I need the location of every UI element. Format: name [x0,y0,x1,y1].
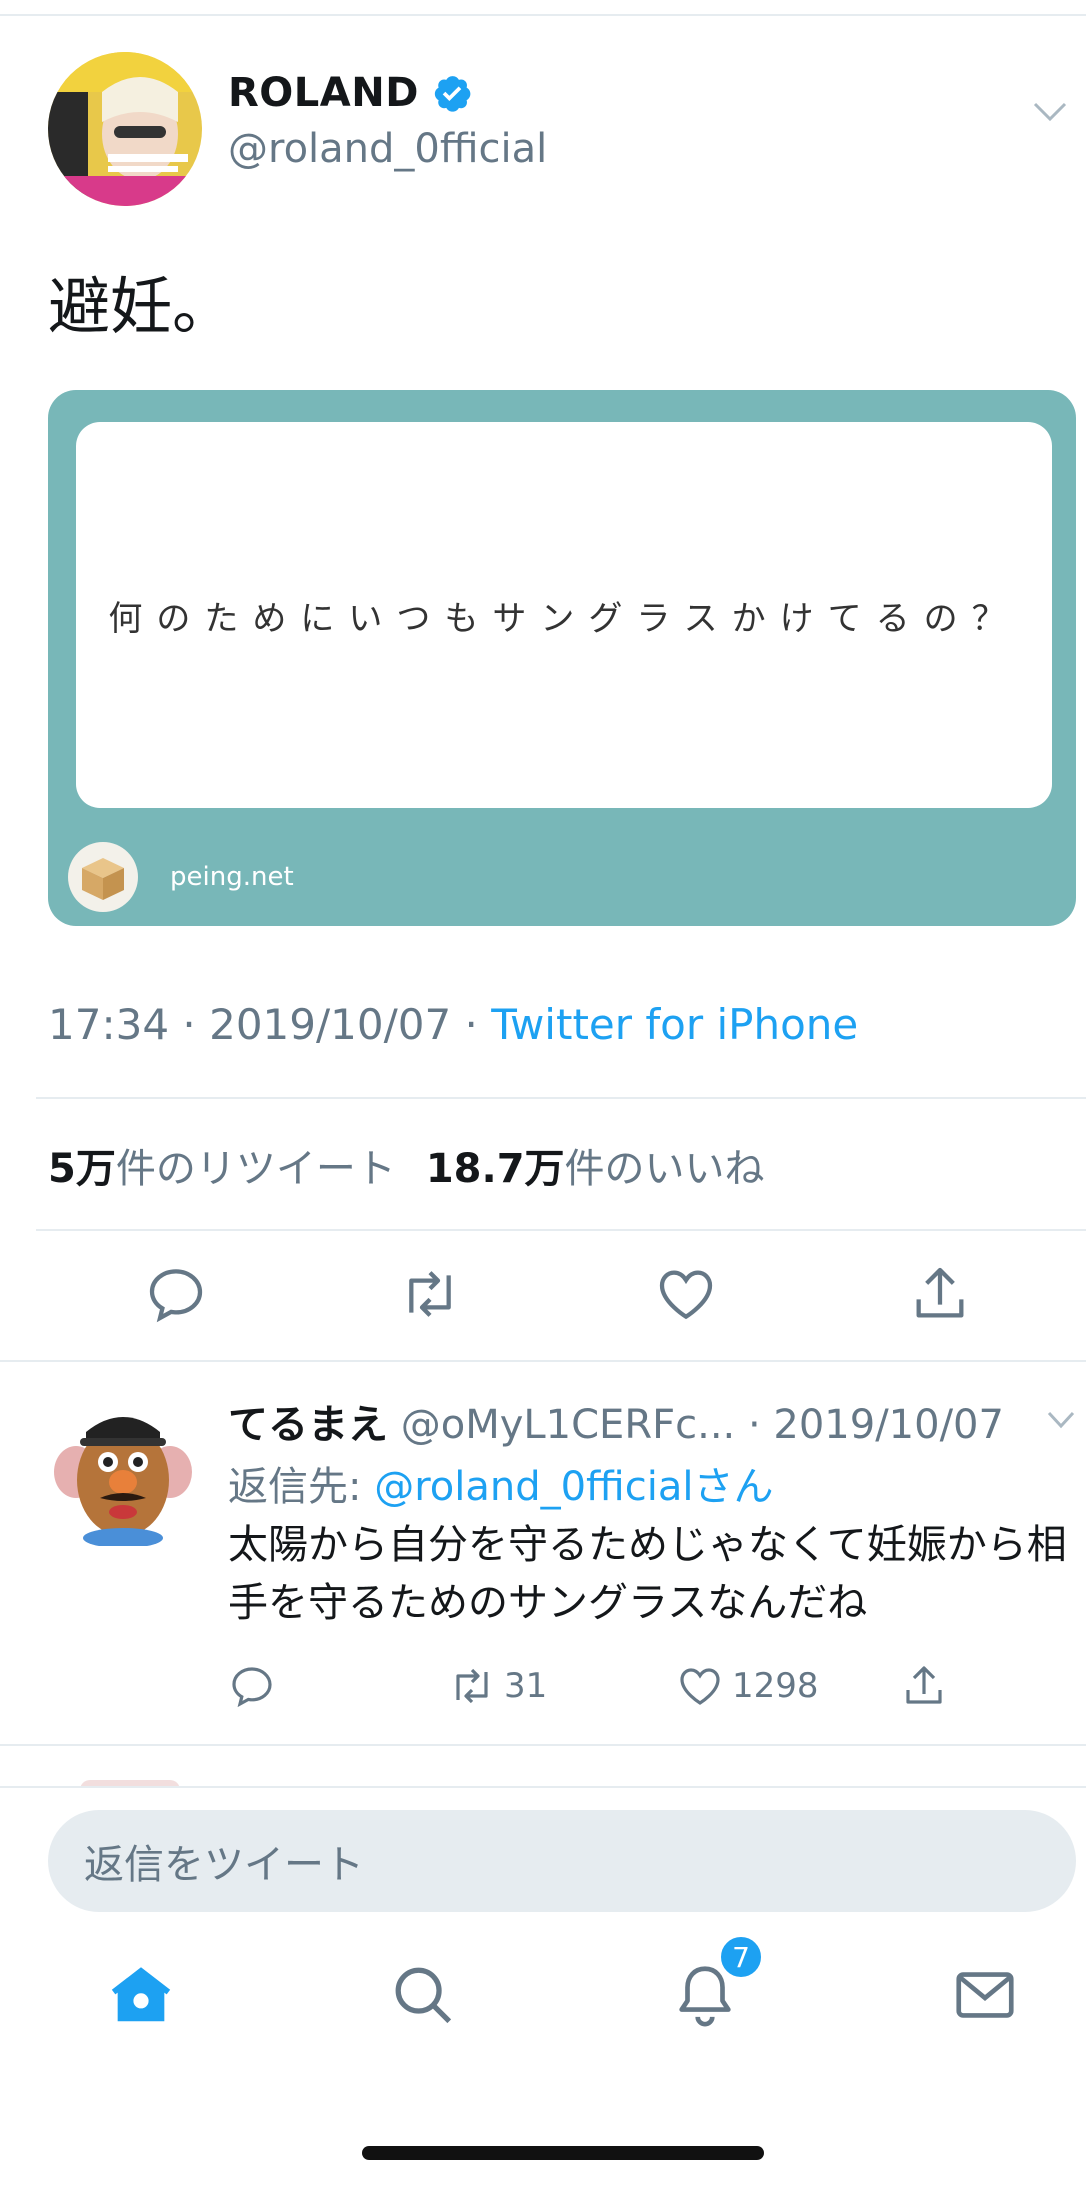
retweets-stat[interactable]: 5万件のリツイート [48,1146,396,1192]
divider [36,1097,1086,1099]
meta-separator: · [451,1000,492,1049]
reply-author-handle[interactable]: @oMyL1CERFc... [401,1402,736,1448]
reply-share-button[interactable] [900,1662,948,1710]
tab-bar: 7 [0,1934,1086,2060]
reply-button[interactable] [144,1262,208,1326]
reply-date: · 2019/10/07 [747,1402,1004,1448]
home-indicator [362,2146,764,2160]
top-divider [0,14,1086,16]
reply-retweet-button[interactable]: 31 [448,1662,547,1710]
reply-icon [149,1269,203,1323]
tweet-stats: 5万件のリツイート 18.7万件のいいね [48,1136,765,1194]
tweet-text: 避妊。 [48,270,235,343]
card-site: peing.net [170,862,294,892]
mail-icon [956,1972,1014,2018]
chevron-down-icon[interactable] [1046,1410,1076,1430]
search-icon [395,1967,452,2024]
retweet-button[interactable] [398,1262,462,1326]
reply-tweet[interactable]: てるまえ @oMyL1CERFc... · 2019/10/07 返信先: @r… [0,1362,1086,1742]
tweet-time: 17:34 [48,1000,170,1049]
tab-messages[interactable] [950,1960,1020,2030]
tab-search[interactable] [388,1960,458,2030]
divider [0,1744,1086,1746]
like-button[interactable] [654,1262,718,1326]
tweet-meta: 17:34 · 2019/10/07 · Twitter for iPhone [48,1000,858,1049]
reply-author-name[interactable]: てるまえ [228,1402,388,1448]
tweet-actions [0,1262,1086,1332]
chevron-down-icon[interactable] [1032,100,1068,124]
reply-like-button[interactable]: 1298 [676,1662,819,1710]
tab-home[interactable] [106,1960,176,2030]
likes-stat[interactable]: 18.7万件のいいね [426,1146,765,1192]
reply-like-count: 1298 [732,1666,819,1706]
card-question: 何のためにいつもサングラスかけてるの？ [108,598,1020,639]
likes-count: 18.7万 [425,1146,565,1192]
reply-reply-button[interactable] [228,1662,276,1710]
tweet-client[interactable]: Twitter for iPhone [491,1000,858,1049]
retweets-label: 件のリツイート [115,1146,396,1192]
divider [0,1786,1086,1788]
composer-placeholder: 返信をツイート [84,1842,364,1888]
tweet-date: 2019/10/07 [209,1000,452,1049]
reply-text: 太陽から自分を守るためじゃなくて妊娠から相手を守るためのサングラスなんだね [228,1522,1067,1626]
tweet-header: ROLAND @roland_0fficial [48,52,1068,212]
reply-to: 返信先: @roland_0fficialさん [228,1454,773,1512]
share-icon [906,1666,942,1704]
author-name[interactable]: ROLAND [228,70,419,116]
link-card[interactable]: 何のためにいつもサングラスかけてるの？ peing.net [48,390,1076,926]
reply-avatar[interactable] [46,1392,200,1548]
home-icon [111,1967,171,2022]
like-icon [659,1270,713,1320]
likes-label: 件のいいね [564,1146,765,1192]
verified-badge-icon [434,76,471,112]
author-handle[interactable]: @roland_0fficial [228,126,547,172]
notifications-badge: 7 [718,1934,764,1980]
share-button[interactable] [908,1262,972,1326]
reply-actions: 31 1298 [0,1662,1086,1712]
retweet-icon [456,1668,488,1704]
like-icon [680,1668,720,1705]
retweets-count: 5万 [48,1146,116,1192]
author-avatar[interactable] [48,52,202,206]
meta-separator: · [169,1000,210,1049]
reply-to-mention[interactable]: @roland_0fficialさん [374,1464,773,1510]
reply-retweet-count: 31 [504,1666,548,1706]
divider [36,1229,1086,1231]
reply-icon [232,1667,272,1708]
retweet-icon [409,1271,451,1317]
cardboard-box-icon [68,842,138,912]
card-question-panel: 何のためにいつもサングラスかけてるの？ [76,422,1052,808]
reply-composer-input[interactable]: 返信をツイート [48,1810,1076,1912]
reply-to-label: 返信先: [228,1464,375,1510]
share-icon [916,1267,964,1318]
